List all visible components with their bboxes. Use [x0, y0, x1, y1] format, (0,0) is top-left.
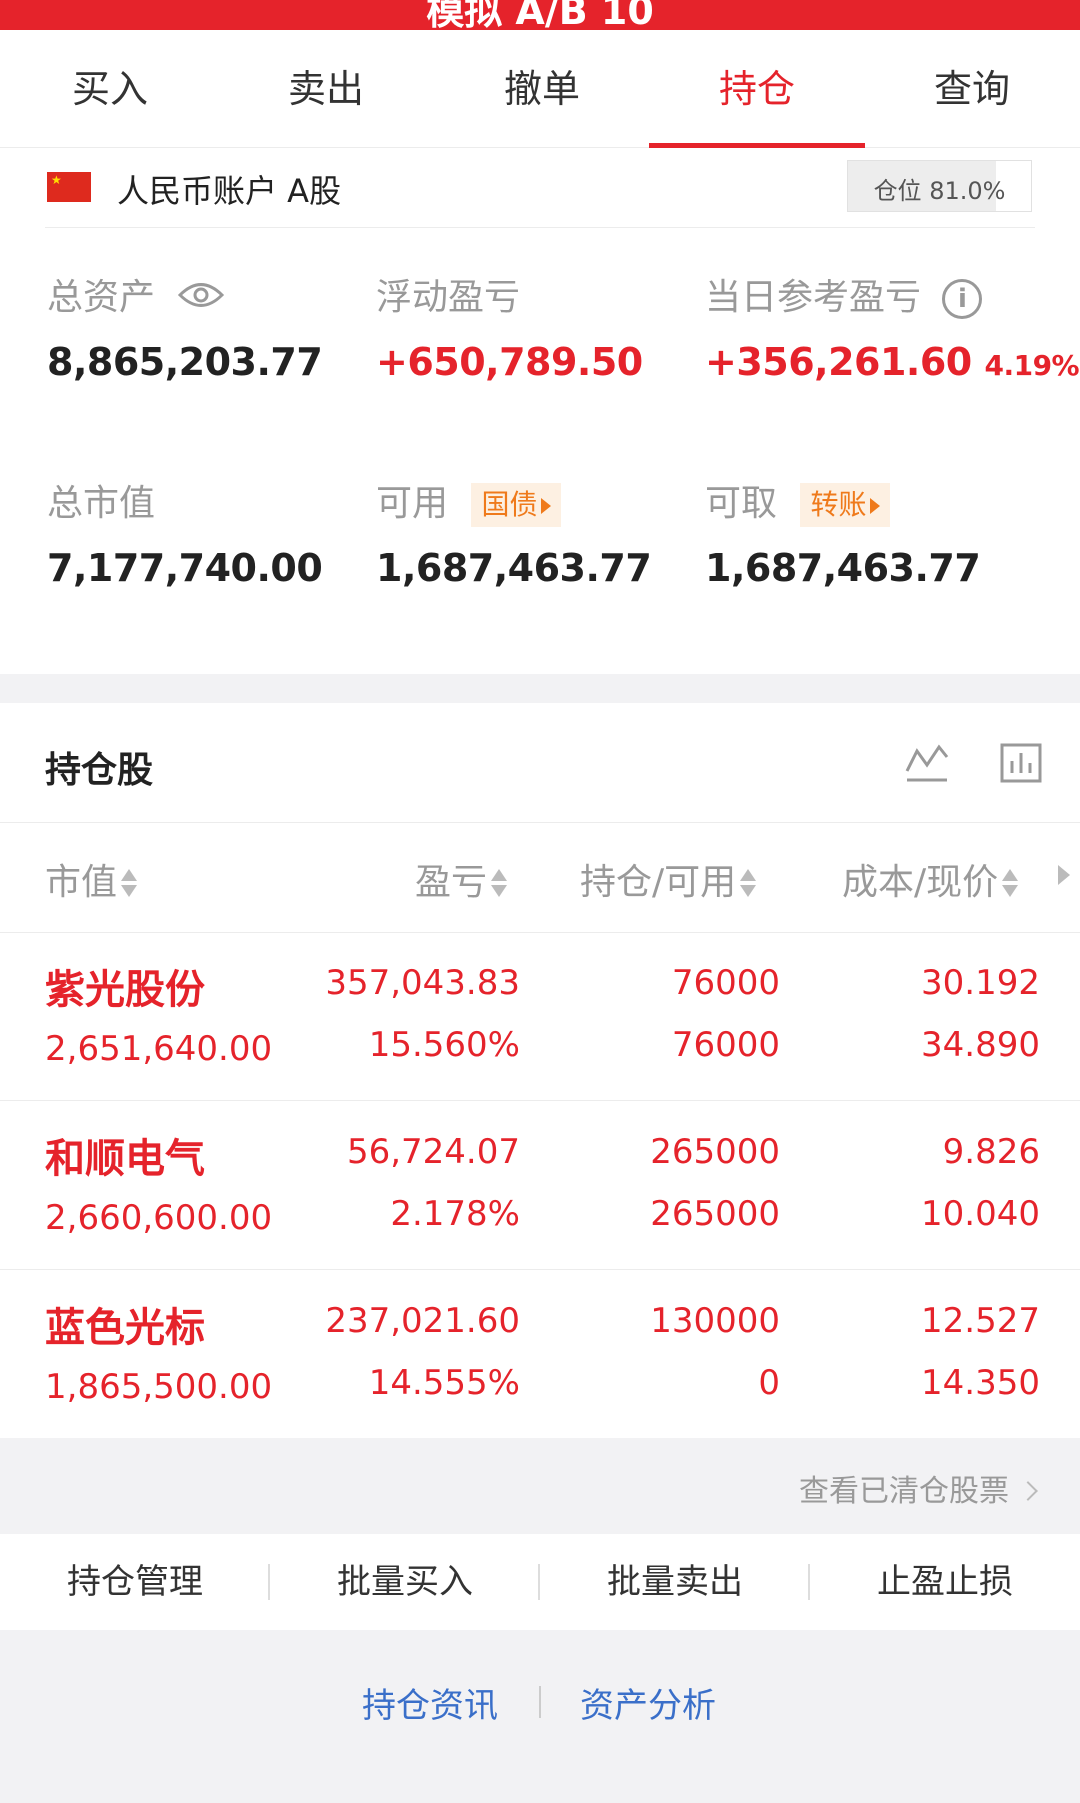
tab-sell[interactable]: 卖出 [218, 30, 434, 148]
market-value-label: 总市值 [47, 483, 156, 524]
withdrawable-funds: 可取 转账 1,687,463.77 [705, 478, 1035, 590]
stock-price: 34.890 [921, 1025, 1040, 1065]
stock-position: 265000 [650, 1132, 780, 1172]
total-assets-label: 总资产 [47, 277, 156, 318]
holdings-news-link[interactable]: 持仓资讯 [362, 1678, 498, 1727]
stock-price: 14.350 [921, 1363, 1040, 1403]
available-value: 1,687,463.77 [376, 546, 652, 590]
stock-name: 和顺电气 [45, 1136, 205, 1182]
transfer-tag-button[interactable]: 转账 [800, 483, 891, 527]
tab-buy[interactable]: 买入 [2, 30, 218, 148]
daily-pl: 当日参考盈亏 i +356,261.60 4.19% [705, 272, 1080, 384]
holdings-panel: 持仓股 市值 盈亏 持仓/可用 成本/现价 紫光股份 2,651,640.00 … [0, 703, 1080, 1438]
batch-sell-button[interactable]: 批量卖出 [540, 1534, 810, 1630]
triangle-right-icon [541, 498, 552, 514]
sort-icon [740, 869, 757, 899]
withdrawable-label: 可取 [705, 483, 778, 524]
sort-icon [1002, 869, 1019, 899]
total-assets: 总资产 8,865,203.77 [47, 272, 377, 384]
eye-icon[interactable] [178, 273, 225, 325]
divider [539, 1686, 541, 1718]
table-row[interactable]: 蓝色光标 1,865,500.00 237,021.60 14.555% 130… [0, 1271, 1080, 1439]
cleared-stocks-bar: 查看已清仓股票 [0, 1438, 1080, 1534]
position-ratio-text: 仓位 81.0% [873, 177, 1006, 205]
available-funds: 可用 国债 1,687,463.77 [376, 478, 706, 590]
sort-icon [121, 869, 138, 899]
bond-tag-button[interactable]: 国债 [471, 483, 562, 527]
tab-query[interactable]: 查询 [864, 30, 1080, 148]
top-bar: 模拟 A/B 10 [0, 0, 1080, 30]
col-cost-price[interactable]: 成本/现价 [842, 853, 1019, 905]
top-bar-title: 模拟 A/B 10 [426, 0, 654, 30]
table-row[interactable]: 和顺电气 2,660,600.00 56,724.07 2.178% 26500… [0, 1102, 1080, 1270]
take-profit-stop-loss-button[interactable]: 止盈止损 [810, 1534, 1080, 1630]
stock-pl: 357,043.83 [325, 963, 520, 1003]
withdrawable-value: 1,687,463.77 [705, 546, 981, 590]
action-bar: 持仓管理 批量买入 批量卖出 止盈止损 [0, 1534, 1080, 1630]
bottom-links: 持仓资讯 资产分析 [0, 1630, 1080, 1760]
floating-pl-value: +650,789.50 [376, 340, 643, 384]
stock-cost: 30.192 [921, 963, 1040, 1003]
info-icon[interactable]: i [942, 279, 983, 319]
col-position[interactable]: 持仓/可用 [580, 853, 757, 905]
holdings-column-header: 市值 盈亏 持仓/可用 成本/现价 [0, 823, 1080, 933]
tab-cancel[interactable]: 撤单 [434, 30, 650, 148]
stock-pl: 237,021.60 [325, 1301, 520, 1341]
triangle-right-icon [870, 498, 881, 514]
daily-pl-value: +356,261.60 [705, 340, 972, 384]
table-row[interactable]: 紫光股份 2,651,640.00 357,043.83 15.560% 760… [0, 933, 1080, 1101]
stock-available: 76000 [671, 1025, 780, 1065]
stock-name: 紫光股份 [45, 967, 205, 1013]
position-manage-button[interactable]: 持仓管理 [0, 1534, 270, 1630]
scroll-right-icon[interactable] [1058, 865, 1070, 885]
stock-cost: 9.826 [942, 1132, 1040, 1172]
market-value-value: 7,177,740.00 [47, 546, 323, 590]
bar-chart-icon[interactable] [1000, 743, 1042, 787]
stock-pl-pct: 14.555% [368, 1363, 520, 1403]
floating-pl: 浮动盈亏 +650,789.50 [376, 272, 706, 384]
cleared-stocks-link[interactable]: 查看已清仓股票 [799, 1466, 1038, 1510]
china-flag-icon: ★ [47, 172, 91, 202]
stock-pl-pct: 2.178% [390, 1194, 520, 1234]
col-pl[interactable]: 盈亏 [415, 853, 508, 905]
stock-cost: 12.527 [921, 1301, 1040, 1341]
account-name: 人民币账户 A股 [117, 172, 342, 210]
daily-pl-label: 当日参考盈亏 [705, 277, 922, 318]
col-market-value[interactable]: 市值 [45, 853, 138, 905]
stock-market-value: 2,660,600.00 [45, 1198, 273, 1238]
floating-pl-label: 浮动盈亏 [376, 277, 521, 318]
stock-pl: 56,724.07 [346, 1132, 520, 1172]
total-assets-value: 8,865,203.77 [47, 340, 323, 384]
daily-pl-pct: 4.19% [984, 349, 1080, 382]
account-summary: ★ 人民币账户 A股 仓位 81.0% 总资产 8,865,203.77 浮动盈… [0, 148, 1080, 674]
stock-position: 130000 [650, 1301, 780, 1341]
batch-buy-button[interactable]: 批量买入 [270, 1534, 540, 1630]
stock-position: 76000 [671, 963, 780, 1003]
trend-chart-icon[interactable] [905, 743, 949, 787]
stock-available: 265000 [650, 1194, 780, 1234]
stock-available: 0 [758, 1363, 780, 1403]
position-ratio-badge: 仓位 81.0% [847, 160, 1032, 212]
asset-analysis-link[interactable]: 资产分析 [580, 1678, 716, 1727]
stock-market-value: 1,865,500.00 [45, 1367, 273, 1407]
account-row[interactable]: ★ 人民币账户 A股 仓位 81.0% [45, 148, 1035, 228]
available-label: 可用 [376, 483, 449, 524]
holdings-title: 持仓股 [45, 750, 154, 791]
stock-pl-pct: 15.560% [368, 1025, 520, 1065]
tab-holdings[interactable]: 持仓 [649, 30, 865, 148]
chevron-right-icon [1018, 1480, 1038, 1501]
market-value: 总市值 7,177,740.00 [47, 478, 377, 590]
trade-tabs: 买入 卖出 撤单 持仓 查询 [0, 30, 1080, 148]
stock-price: 10.040 [921, 1194, 1040, 1234]
stock-name: 蓝色光标 [45, 1305, 205, 1351]
sort-icon [491, 869, 508, 899]
holdings-header: 持仓股 [0, 703, 1080, 823]
stock-market-value: 2,651,640.00 [45, 1029, 273, 1069]
